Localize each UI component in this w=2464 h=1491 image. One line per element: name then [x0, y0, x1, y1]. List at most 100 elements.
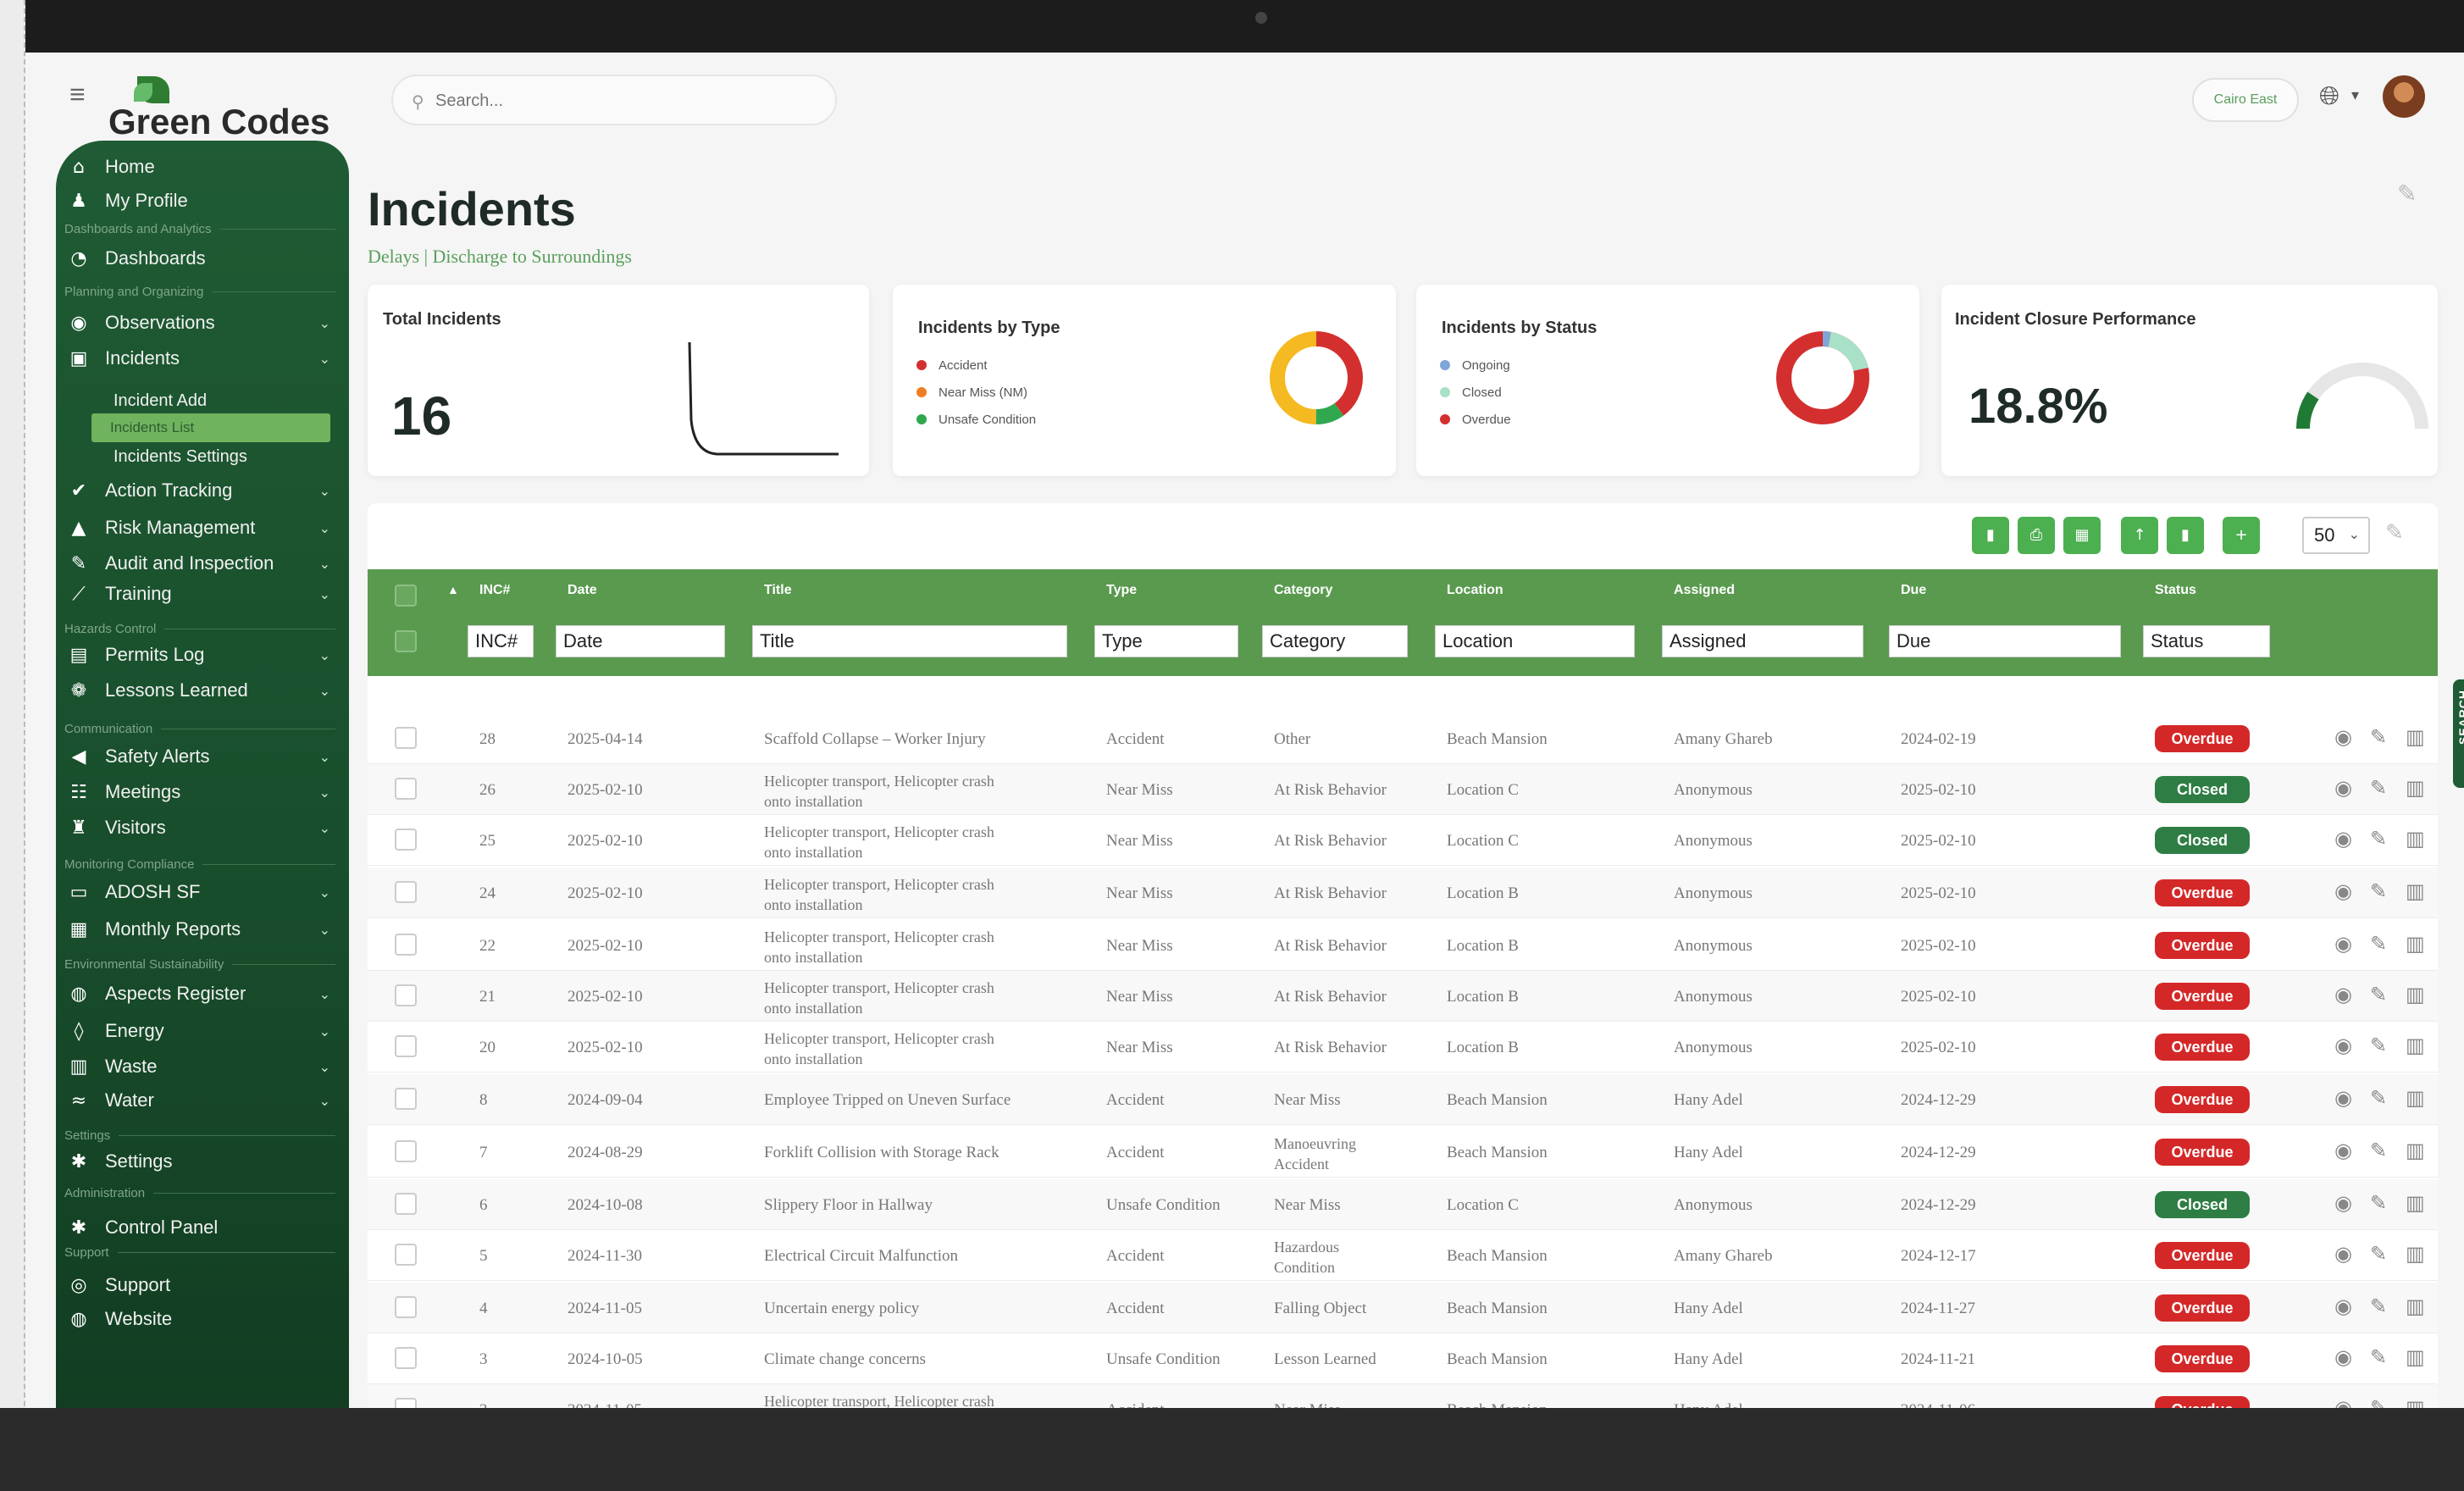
language-globe-icon[interactable]: 🌐︎ [2319, 81, 2339, 111]
column-filter-input[interactable]: Type [1094, 625, 1238, 657]
view-eye-icon[interactable]: ◉ [2334, 1191, 2352, 1215]
sidebar-item[interactable]: ▭ ADOSH SF ⌄ [56, 876, 349, 908]
delete-trash-icon[interactable]: ▥ [2406, 1191, 2425, 1215]
row-checkbox[interactable] [395, 934, 417, 956]
column-header[interactable]: Location [1447, 583, 1503, 598]
table-row[interactable] [368, 1179, 2438, 1230]
table-row[interactable] [368, 1127, 2438, 1178]
chevron-down-icon[interactable]: ▾ [2351, 86, 2359, 104]
table-row[interactable] [368, 1384, 2438, 1408]
view-eye-icon[interactable]: ◉ [2334, 1086, 2352, 1110]
column-header[interactable]: Title [764, 583, 792, 598]
sidebar-item[interactable]: ◀ Safety Alerts ⌄ [56, 740, 349, 773]
delete-trash-icon[interactable]: ▥ [2406, 932, 2425, 956]
sidebar-item[interactable]: ✎ Audit and Inspection ⌄ [56, 547, 349, 579]
delete-trash-icon[interactable]: ▥ [2406, 1034, 2425, 1057]
table-row[interactable] [368, 713, 2438, 764]
table-row[interactable] [368, 971, 2438, 1022]
sidebar-item[interactable]: ☷ Meetings ⌄ [56, 776, 349, 808]
sidebar-item[interactable]: ◊ Energy ⌄ [56, 1015, 349, 1047]
edit-icon[interactable]: ✎ [2370, 827, 2387, 851]
table-row[interactable] [368, 1074, 2438, 1125]
delete-trash-icon[interactable]: ▥ [2406, 1345, 2425, 1369]
sidebar-subitem[interactable]: Incidents Settings [95, 442, 332, 471]
print-button[interactable]: ⎙ [2018, 517, 2055, 554]
add-button[interactable]: + [2223, 517, 2260, 554]
edit-icon[interactable]: ✎ [2370, 1086, 2387, 1110]
sidebar-item[interactable]: ▦ Monthly Reports ⌄ [56, 913, 349, 945]
select-all-checkbox[interactable] [395, 585, 417, 607]
column-header[interactable]: Type [1106, 583, 1137, 598]
row-checkbox[interactable] [395, 829, 417, 851]
menu-toggle-icon[interactable]: ≡ [69, 80, 97, 108]
pdf-button[interactable]: ▮ [2167, 517, 2204, 554]
edit-icon[interactable]: ✎ [2370, 1139, 2387, 1162]
row-checkbox[interactable] [395, 778, 417, 800]
table-row[interactable] [368, 764, 2438, 815]
column-header[interactable]: Category [1274, 583, 1332, 598]
sidebar-item[interactable]: ◍ Website [56, 1303, 349, 1335]
sidebar-item[interactable]: ◍ Aspects Register ⌄ [56, 978, 349, 1010]
delete-trash-icon[interactable]: ▥ [2406, 1396, 2425, 1408]
delete-trash-icon[interactable]: ▥ [2406, 1086, 2425, 1110]
edit-icon[interactable]: ✎ [2370, 1191, 2387, 1215]
edit-icon[interactable]: ✎ [2370, 1242, 2387, 1266]
view-eye-icon[interactable]: ◉ [2334, 879, 2352, 903]
delete-trash-icon[interactable]: ▥ [2406, 725, 2425, 749]
table-row[interactable] [368, 1022, 2438, 1073]
row-checkbox[interactable] [395, 1347, 417, 1369]
delete-trash-icon[interactable]: ▥ [2406, 827, 2425, 851]
column-header[interactable]: Due [1901, 583, 1926, 598]
sidebar-subitem[interactable]: Incident Add [95, 386, 332, 415]
edit-pencil-icon[interactable]: ✎ [2397, 180, 2417, 208]
column-filter-input[interactable]: Category [1262, 625, 1408, 657]
filter-checkbox[interactable] [395, 630, 417, 652]
edit-icon[interactable]: ✎ [2370, 776, 2387, 800]
view-eye-icon[interactable]: ◉ [2334, 1345, 2352, 1369]
sidebar-item[interactable]: ▤ Permits Log ⌄ [56, 639, 349, 671]
sidebar-item[interactable]: ▥ Waste ⌄ [56, 1050, 349, 1083]
view-eye-icon[interactable]: ◉ [2334, 1396, 2352, 1408]
delete-trash-icon[interactable]: ▥ [2406, 776, 2425, 800]
column-header[interactable]: Assigned [1674, 583, 1735, 598]
row-checkbox[interactable] [395, 1088, 417, 1110]
column-header[interactable]: Date [568, 583, 597, 598]
delete-trash-icon[interactable]: ▥ [2406, 879, 2425, 903]
table-row[interactable] [368, 867, 2438, 918]
view-eye-icon[interactable]: ◉ [2334, 725, 2352, 749]
side-search-tab[interactable]: SEARCH [2453, 679, 2464, 788]
column-filter-input[interactable]: Title [752, 625, 1067, 657]
sidebar-item[interactable]: ◔ Dashboards [56, 242, 349, 274]
sidebar-item[interactable]: ⟋ Training ⌄ [56, 578, 349, 610]
column-filter-input[interactable]: Due [1889, 625, 2121, 657]
row-checkbox[interactable] [395, 1296, 417, 1318]
sidebar-item[interactable]: ▲ Risk Management ⌄ [56, 512, 349, 544]
sidebar-subitem[interactable]: Incidents List [91, 413, 330, 442]
column-filter-input[interactable]: Date [556, 625, 725, 657]
sidebar-item[interactable]: ◎ Support [56, 1269, 349, 1301]
sort-arrow-icon[interactable]: ▲ [447, 583, 459, 596]
row-checkbox[interactable] [395, 1140, 417, 1162]
column-filter-input[interactable]: Status [2143, 625, 2270, 657]
row-checkbox[interactable] [395, 1193, 417, 1215]
sidebar-item[interactable]: ⌂ Home [56, 151, 349, 183]
sidebar-item[interactable]: ◉ Observations ⌄ [56, 307, 349, 339]
view-eye-icon[interactable]: ◉ [2334, 932, 2352, 956]
column-filter-input[interactable]: Location [1435, 625, 1635, 657]
table-row[interactable] [368, 920, 2438, 971]
sidebar-item[interactable]: ≈ Water ⌄ [56, 1084, 349, 1117]
row-checkbox[interactable] [395, 984, 417, 1006]
sidebar-item[interactable]: ❁ Lessons Learned ⌄ [56, 674, 349, 707]
edit-icon[interactable]: ✎ [2370, 983, 2387, 1006]
table-row[interactable] [368, 1230, 2438, 1281]
row-checkbox[interactable] [395, 1398, 417, 1408]
sidebar-item[interactable]: ♟ My Profile [56, 185, 349, 217]
sidebar-item[interactable]: ✔ Action Tracking ⌄ [56, 474, 349, 507]
delete-trash-icon[interactable]: ▥ [2406, 983, 2425, 1006]
row-checkbox[interactable] [395, 727, 417, 749]
timezone-pill[interactable]: Cairo East [2192, 78, 2299, 122]
edit-icon[interactable]: ✎ [2370, 879, 2387, 903]
column-filter-input[interactable]: INC# [468, 625, 534, 657]
edit-icon[interactable]: ✎ [2370, 1345, 2387, 1369]
edit-icon[interactable]: ✎ [2370, 932, 2387, 956]
